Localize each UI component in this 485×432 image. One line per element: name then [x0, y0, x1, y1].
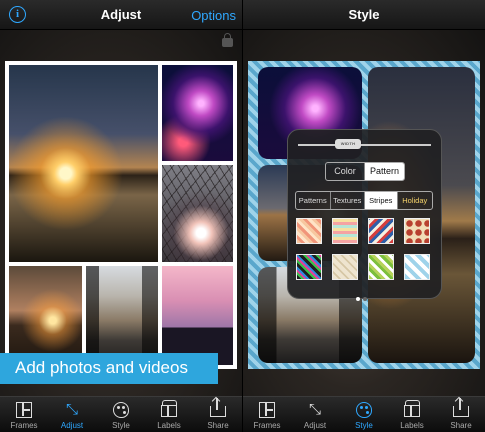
category-holiday[interactable]: Holiday — [398, 192, 432, 209]
adjust-screen: i Adjust Options Add photos and videos F… — [0, 0, 242, 432]
collage-photo-sunset[interactable] — [9, 65, 158, 262]
tab-label: Adjust — [303, 421, 327, 430]
tab-style[interactable]: Style — [340, 397, 388, 432]
tab-frames[interactable]: Frames — [0, 397, 48, 432]
adjust-icon: ⤡ — [65, 401, 78, 418]
tab-label: Style — [355, 421, 373, 430]
pattern-swatch-dots[interactable] — [404, 218, 430, 244]
bottom-tab-bar: Frames ⤡ Adjust Style Labels Share — [0, 396, 242, 432]
fill-type-segmented-control: Color Pattern — [325, 162, 405, 181]
adjust-icon: ⤡ — [308, 401, 321, 418]
labels-icon — [161, 400, 177, 417]
top-navigation-bar: i Adjust Options — [0, 0, 242, 30]
page-dot — [363, 297, 367, 301]
style-icon — [356, 402, 372, 418]
frames-icon — [259, 402, 275, 418]
lock-icon[interactable] — [222, 33, 233, 47]
tab-adjust[interactable]: ⤡ Adjust — [48, 397, 96, 432]
tab-label: Labels — [400, 421, 424, 430]
frames-icon — [16, 402, 32, 418]
page-dot-active — [356, 297, 360, 301]
category-stripes[interactable]: Stripes — [365, 192, 398, 209]
photo-collage — [5, 61, 237, 369]
bottom-tab-bar: Frames ⤡ Adjust Style Labels Share — [243, 396, 485, 432]
tab-label: Adjust — [60, 421, 84, 430]
pattern-swatch-red-blue-stripes[interactable] — [368, 218, 394, 244]
page-indicator — [356, 288, 370, 306]
collage-photo-galaxy[interactable] — [162, 65, 233, 161]
tab-label: Share — [207, 421, 229, 430]
pattern-swatch-neon-stripes[interactable] — [296, 254, 322, 280]
tab-label: Share — [450, 421, 472, 430]
tab-adjust[interactable]: ⤡ Adjust — [291, 397, 339, 432]
collage-photo-harbor[interactable] — [9, 266, 82, 365]
tab-label: Frames — [10, 421, 38, 430]
tab-share[interactable]: Share — [437, 397, 485, 432]
promo-banner: Add photos and videos — [0, 353, 218, 384]
collage-photo-canal[interactable] — [86, 266, 158, 365]
width-slider-handle[interactable]: WIDTH — [335, 139, 361, 149]
style-icon — [113, 402, 129, 418]
collage-photo-tree[interactable] — [162, 165, 233, 262]
pattern-swatch-green-stripes[interactable] — [368, 254, 394, 280]
pattern-swatch-peach-stripes[interactable] — [296, 218, 322, 244]
tab-frames[interactable]: Frames — [243, 397, 291, 432]
style-popover: WIDTH Color Pattern Patterns Textures St… — [287, 129, 442, 301]
tab-label: Frames — [253, 421, 281, 430]
share-icon — [210, 398, 226, 417]
screen-title: Style — [348, 7, 380, 22]
tab-label: Labels — [157, 421, 181, 430]
fill-type-pattern[interactable]: Pattern — [365, 163, 404, 180]
tab-share[interactable]: Share — [194, 397, 242, 432]
pattern-swatch-pastel-stripes[interactable] — [332, 218, 358, 244]
pattern-swatch-blue-stripes[interactable] — [404, 254, 430, 280]
width-slider[interactable] — [298, 144, 431, 146]
collage-photo-city[interactable] — [162, 266, 233, 365]
category-textures[interactable]: Textures — [331, 192, 365, 209]
tab-label: Style — [112, 421, 130, 430]
fill-type-color[interactable]: Color — [326, 163, 366, 180]
options-button[interactable]: Options — [191, 8, 236, 23]
share-icon — [453, 398, 469, 417]
top-navigation-bar: Style — [243, 0, 485, 30]
tab-labels[interactable]: Labels — [388, 397, 436, 432]
pattern-swatch-beige-stripes[interactable] — [332, 254, 358, 280]
tab-labels[interactable]: Labels — [145, 397, 193, 432]
tab-style[interactable]: Style — [97, 397, 145, 432]
pattern-category-control: Patterns Textures Stripes Holiday — [295, 191, 433, 210]
labels-icon — [404, 400, 420, 417]
category-patterns[interactable]: Patterns — [296, 192, 331, 209]
